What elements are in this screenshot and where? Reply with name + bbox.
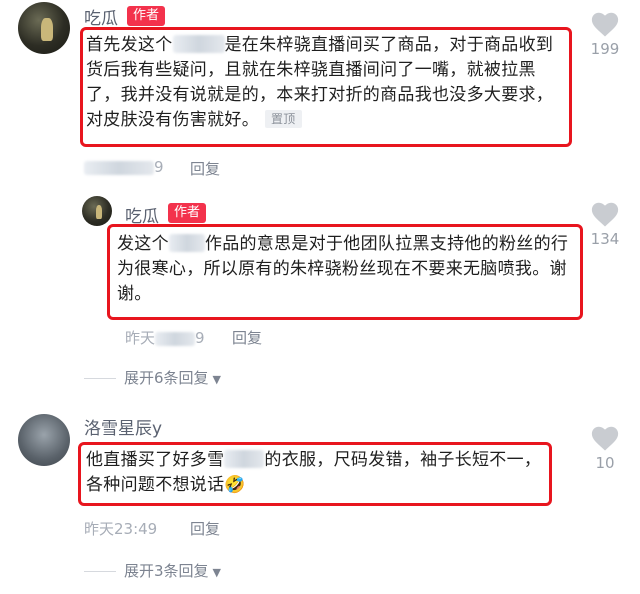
timestamp: 昨天23:49 [84, 520, 158, 538]
author-badge: 作者 [168, 203, 207, 223]
avatar[interactable] [18, 2, 70, 54]
avatar[interactable] [18, 414, 70, 466]
blurred-text [155, 332, 196, 346]
caret-down-icon: ▼ [212, 566, 222, 579]
reply-button[interactable]: 回复 [232, 327, 262, 348]
expand-replies-button[interactable]: 展开6条回复 ▼ [124, 367, 221, 388]
reply-button[interactable]: 回复 [190, 158, 220, 179]
comment-text: 首先发这个 是在朱梓骁直播间买了商品，对于商品收到货后我有些疑问，且就在朱梓骁直播… [86, 35, 554, 130]
heart-icon[interactable] [590, 424, 620, 452]
like-count: 10 [595, 454, 615, 472]
username[interactable]: 吃瓜 [84, 4, 118, 29]
timestamp: 昨天 9 [125, 329, 205, 347]
username[interactable]: 洛雪星辰y [84, 414, 162, 439]
blurred-text [224, 450, 265, 468]
divider [84, 571, 116, 572]
reply-button[interactable]: 回复 [190, 518, 220, 539]
pinned-tag: 置顶 [265, 110, 302, 128]
heart-icon[interactable] [590, 200, 620, 228]
comment-text: 他直播买了好多雪 的衣服，尺码发错，袖子长短不一，各种问题不想说话🤣 [86, 450, 542, 495]
like-count: 134 [590, 230, 620, 248]
blurred-text [84, 161, 154, 175]
like-count: 199 [590, 40, 620, 58]
comment-text: 发这个 作品的意思是对于他团队拉黑支持他的粉丝的行为很寒心，所以原有的朱梓骁粉丝现… [117, 234, 569, 304]
blurred-text [172, 35, 225, 53]
expand-replies-button[interactable]: 展开3条回复 ▼ [124, 560, 221, 581]
author-badge: 作者 [127, 6, 166, 26]
avatar[interactable] [82, 196, 112, 226]
blurred-text [168, 234, 205, 252]
heart-icon[interactable] [590, 10, 620, 38]
timestamp: 9 [84, 158, 164, 176]
laughing-emoji-icon: 🤣 [224, 475, 246, 495]
divider [84, 378, 116, 379]
caret-down-icon: ▼ [212, 373, 222, 386]
